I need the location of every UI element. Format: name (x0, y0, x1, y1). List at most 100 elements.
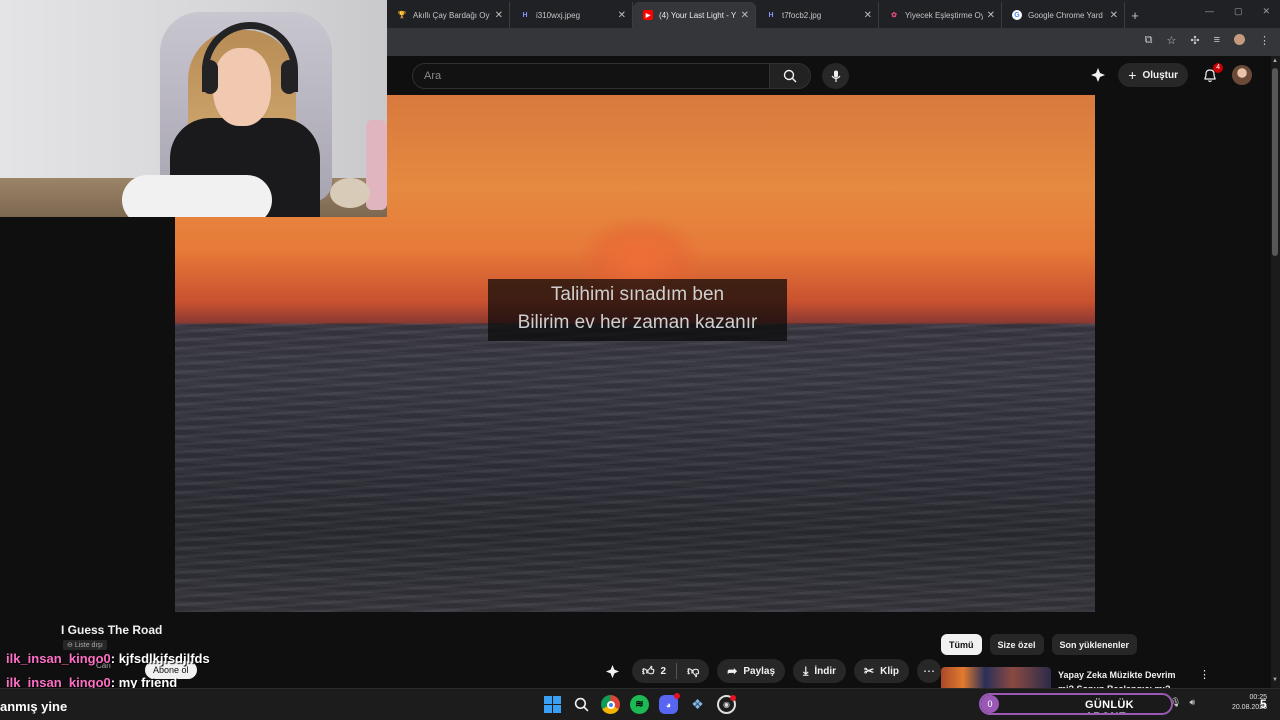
close-tab-icon[interactable]: ✕ (618, 10, 626, 21)
scroll-up-arrow-icon[interactable]: ▲ (1272, 58, 1278, 64)
obs-icon[interactable]: ◉ (717, 695, 736, 714)
notifications-button[interactable]: 4 (1200, 63, 1223, 85)
profile-avatar-icon[interactable] (1234, 34, 1245, 45)
close-window-icon[interactable]: ✕ (1262, 6, 1270, 17)
spotify-icon[interactable]: ≋ (630, 695, 649, 714)
clip-label: Klip (880, 665, 899, 677)
webcam-overlay (0, 0, 387, 217)
browser-tab[interactable]: H i310wxj.jpeg ✕ (510, 2, 633, 28)
toolbar-icons: ⧉ ☆ ✣ ≡ ⋮ (1145, 34, 1270, 47)
tab-title: Yiyecek Eşleştirme Oy (905, 10, 983, 20)
chat-message: ilk_insan_kingo0: kjfsdlkjfsdjlfds (6, 651, 210, 666)
scissors-icon: ✂ (864, 664, 875, 678)
notification-badge: 4 (1213, 63, 1223, 73)
streamer-knees (122, 175, 272, 217)
visibility-badge: ⊖ Liste dışı (63, 640, 107, 650)
microphone-tray-icon[interactable]: 🎙︎ (1170, 697, 1181, 708)
chat-text: : kjfsdlkjfsdjlfds (110, 651, 210, 666)
cast-icon[interactable]: ⧉ (1145, 34, 1153, 47)
close-tab-icon[interactable]: ✕ (1110, 10, 1118, 21)
browser-tab-active[interactable]: ▶ (4) Your Last Light - Y ✕ (633, 2, 756, 28)
browser-tab[interactable]: 🏆 Akıllı Çay Bardağı Oy ✕ (387, 2, 510, 28)
windows-logo-icon (544, 696, 561, 713)
ask-button[interactable] (600, 659, 624, 683)
tab-title: Google Chrome Yard (1028, 10, 1103, 20)
search-icon (783, 69, 797, 83)
recommendation-chips: Tümü Size özel Son yüklenenler (941, 634, 1138, 655)
tab-title: t7focb2.jpg (782, 10, 822, 20)
sparkle-icon (605, 664, 619, 678)
chip-recently-uploaded[interactable]: Son yüklenenler (1051, 634, 1138, 655)
close-tab-icon[interactable]: ✕ (741, 10, 749, 21)
plus-icon: + (1128, 67, 1137, 83)
new-tab-button[interactable]: + (1125, 2, 1145, 28)
close-tab-icon[interactable]: ✕ (495, 10, 503, 21)
discord-icon[interactable]: ◕ (659, 693, 680, 714)
microphone-icon (831, 70, 840, 82)
create-button[interactable]: + Oluştur (1118, 63, 1188, 87)
download-button[interactable]: ⤓ İndir (793, 659, 847, 683)
extensions-icon[interactable]: ✣ (1190, 34, 1199, 47)
caption-line-2: Bilirim ev her zaman kazanır (517, 312, 758, 333)
maximize-icon[interactable]: ▢ (1234, 6, 1243, 17)
account-avatar[interactable] (1232, 65, 1252, 85)
window-controls: — ▢ ✕ (1205, 6, 1270, 17)
google-icon: G (1012, 10, 1022, 20)
app-icon[interactable]: ❖ (688, 695, 707, 714)
recommendation-more-icon[interactable]: ⋮ (1199, 668, 1210, 681)
notification-dot (674, 693, 680, 699)
tab-title: i310wxj.jpeg (536, 10, 581, 20)
browser-tab[interactable]: ✿ Yiyecek Eşleştirme Oy ✕ (879, 2, 1002, 28)
goal-target: 5 (1260, 697, 1267, 711)
trophy-icon: 🏆 (397, 12, 407, 19)
notification-dot (730, 695, 736, 701)
recommendation-thumbnail[interactable] (941, 667, 1051, 688)
windows-start-icon[interactable] (543, 695, 562, 714)
search-button[interactable] (769, 63, 811, 89)
dislike-button[interactable]: 👎︎ (677, 664, 709, 679)
download-icon: ⤓ (803, 663, 809, 678)
like-dislike-group: 👍︎ 2 👎︎ (632, 659, 710, 683)
headphone-ear-right (281, 60, 297, 94)
visibility-label: Liste dışı (74, 642, 103, 649)
close-tab-icon[interactable]: ✕ (864, 10, 872, 21)
browser-menu-icon[interactable]: ⋮ (1259, 34, 1270, 47)
ticker-text: anmış yine (0, 699, 68, 714)
search-input[interactable]: Ara (412, 63, 770, 89)
browser-tab[interactable]: H t7focb2.jpg ✕ (756, 2, 879, 28)
scroll-down-arrow-icon[interactable]: ▼ (1272, 677, 1278, 683)
like-button[interactable]: 👍︎ 2 (642, 664, 676, 679)
player-margin-right (1095, 95, 1271, 612)
search-icon (574, 697, 589, 712)
taskbar-apps: ≋ ◕ ❖ ◉ (543, 693, 736, 714)
browser-tab[interactable]: G Google Chrome Yard ✕ (1002, 2, 1125, 28)
browser-tabstrip: 🏆 Akıllı Çay Bardağı Oy ✕ H i310wxj.jpeg… (387, 0, 1280, 28)
taskbar-search-icon[interactable] (572, 695, 591, 714)
media-control-icon[interactable]: ≡ (1214, 34, 1220, 47)
clip-button[interactable]: ✂ Klip (854, 659, 909, 683)
video-caption: Talihimi sınadım ben Bilirim ev her zama… (488, 279, 787, 341)
tab-title: (4) Your Last Light - Y (659, 10, 737, 20)
scrollbar-thumb[interactable] (1272, 68, 1278, 256)
volume-icon[interactable]: 🔊︎ (1189, 697, 1195, 708)
minimize-icon[interactable]: — (1205, 6, 1214, 17)
download-label: İndir (814, 665, 837, 677)
voice-search-button[interactable] (822, 63, 849, 89)
video-sea (175, 323, 1095, 612)
create-label: Oluştur (1142, 69, 1178, 81)
game-icon: ✿ (891, 12, 897, 19)
close-tab-icon[interactable]: ✕ (987, 10, 995, 21)
video-actions: 👍︎ 2 👎︎ ➦ Paylaş ⤓ İndir ✂ Klip ⋯ (600, 659, 941, 683)
chip-for-you[interactable]: Size özel (989, 634, 1044, 655)
thumbs-down-icon: 👎︎ (687, 663, 700, 678)
chip-all[interactable]: Tümü (941, 634, 982, 655)
search-placeholder: Ara (424, 70, 442, 82)
header-actions: + Oluştur 4 (1090, 63, 1252, 87)
bookmark-star-icon[interactable]: ☆ (1166, 34, 1176, 47)
chrome-icon[interactable] (601, 695, 620, 714)
more-actions-button[interactable]: ⋯ (917, 659, 941, 683)
like-count: 2 (660, 665, 667, 677)
sparkle-icon[interactable] (1090, 67, 1106, 83)
player-margin-left (0, 217, 175, 612)
share-button[interactable]: ➦ Paylaş (717, 659, 786, 683)
